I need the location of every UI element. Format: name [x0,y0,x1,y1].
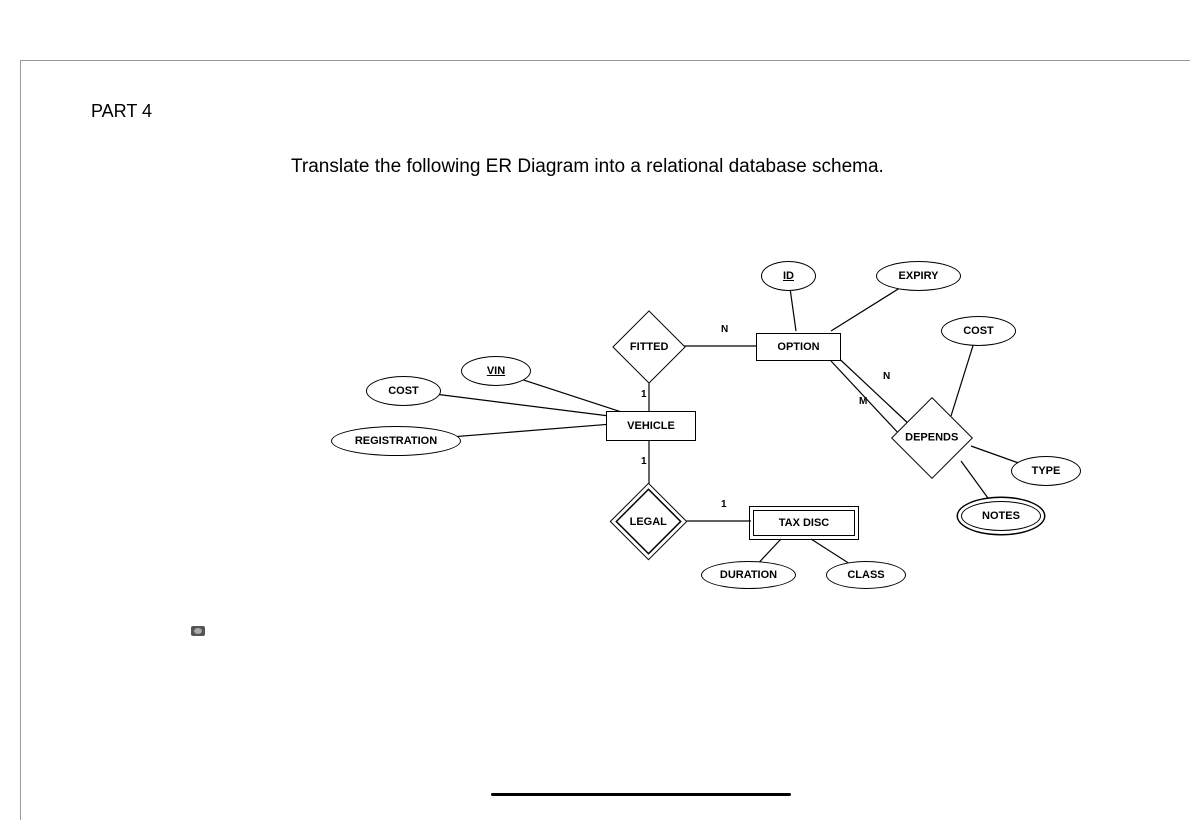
page-frame: PART 4 Translate the following ER Diagra… [20,60,1190,820]
attr-cost-vehicle: COST [366,376,441,406]
attr-class: CLASS [826,561,906,589]
entity-vehicle: VEHICLE [606,411,696,441]
card-vehicle-legal: 1 [641,456,647,467]
rel-legal-identifying: LEGAL [610,483,688,561]
attr-duration: DURATION [701,561,796,589]
card-fitted-vehicle: 1 [641,389,647,400]
card-legal-taxdisc: 1 [721,499,727,510]
entity-tax-disc-weak: TAX DISC [749,506,859,540]
attr-notes-multivalued: NOTES [961,501,1041,531]
card-option-depends-m: M [859,396,867,407]
question-prompt: Translate the following ER Diagram into … [291,156,884,178]
part-title: PART 4 [91,101,152,122]
entity-option: OPTION [756,333,841,361]
er-diagram: 1 N M N 1 1 VIN COST REGISTRATION ID EXP… [271,221,1051,581]
rel-fitted: FITTED [612,310,686,384]
attr-vin: VIN [461,356,531,386]
rel-depends: DEPENDS [891,397,973,479]
image-placeholder-icon [191,626,205,636]
card-option-depends-n: N [883,371,890,382]
attr-id: ID [761,261,816,291]
content-frame: PART 4 Translate the following ER Diagra… [91,101,1171,801]
attr-registration: REGISTRATION [331,426,461,456]
attr-type: TYPE [1011,456,1081,486]
attr-expiry: EXPIRY [876,261,961,291]
attr-cost-depends: COST [941,316,1016,346]
footer-divider [491,793,791,796]
card-fitted-option: N [721,324,728,335]
